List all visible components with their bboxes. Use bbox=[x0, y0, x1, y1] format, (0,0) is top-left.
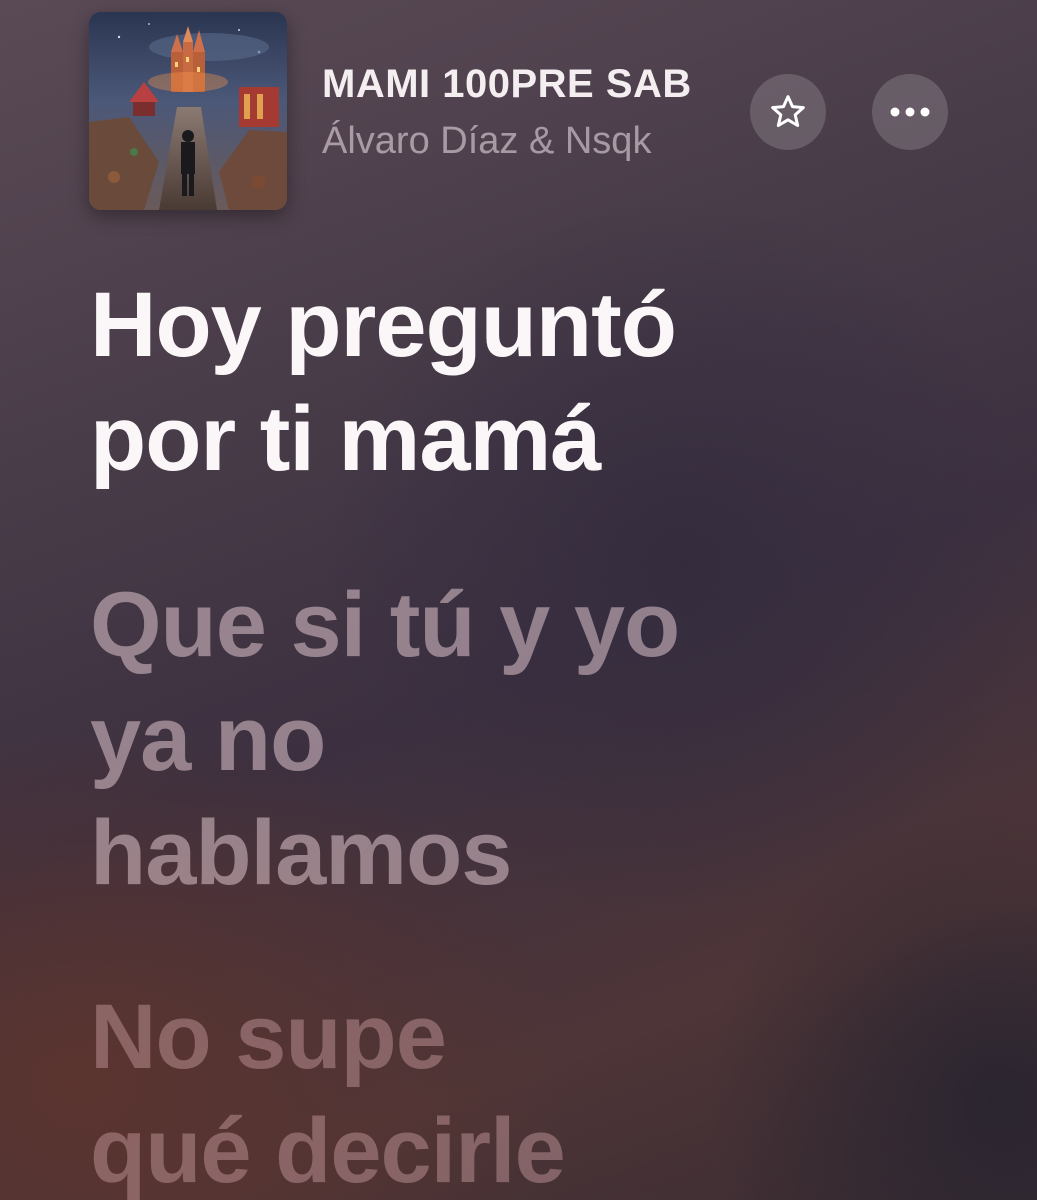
album-artwork[interactable] bbox=[89, 12, 287, 210]
song-title[interactable]: MAMI 100PRE SAB bbox=[322, 62, 737, 107]
lyric-line-current[interactable]: Hoy preguntó por ti mamá bbox=[90, 268, 990, 496]
now-playing-header: MAMI 100PRE SAB Álvaro Díaz & Nsqk bbox=[0, 0, 1037, 230]
lyric-line-upcoming[interactable]: No supe qué decirle bbox=[90, 980, 990, 1200]
ellipsis-icon bbox=[890, 107, 930, 117]
artist-name[interactable]: Álvaro Díaz & Nsqk bbox=[322, 120, 651, 163]
star-outline-icon bbox=[771, 95, 805, 128]
lyric-line-next[interactable]: Que si tú y yo ya no hablamos bbox=[90, 568, 990, 910]
more-options-button[interactable] bbox=[872, 74, 948, 150]
lyrics-view[interactable]: Hoy preguntó por ti mamá Que si tú y yo … bbox=[90, 268, 990, 1200]
favorite-button[interactable] bbox=[750, 74, 826, 150]
